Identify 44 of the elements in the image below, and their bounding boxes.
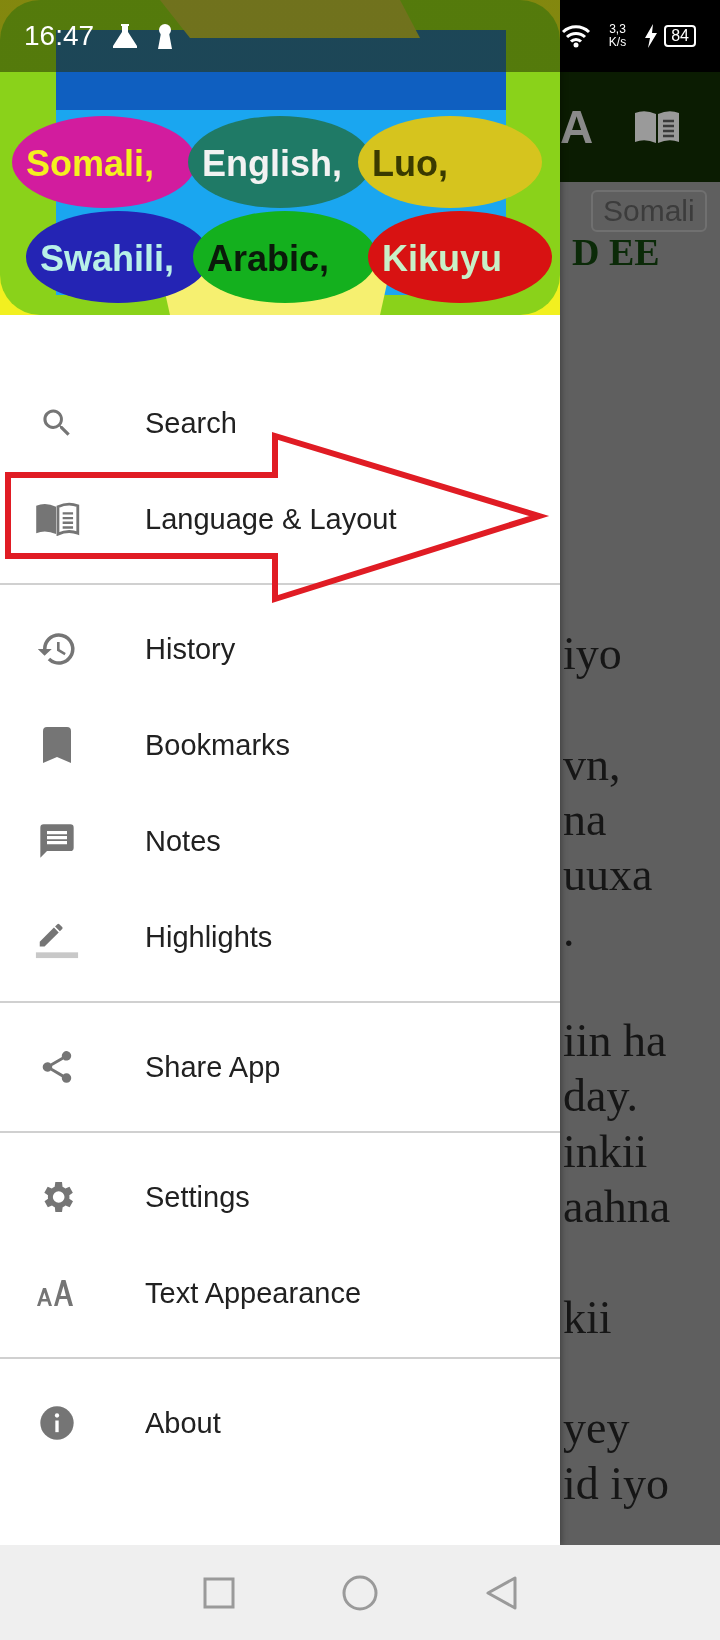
verse-text: id iyo (563, 1458, 670, 1509)
menu-item[interactable]: Search (0, 375, 560, 471)
clock: 16:47 (24, 20, 95, 52)
verse-text: kii (563, 1292, 612, 1343)
text-size-button[interactable]: A (560, 100, 594, 154)
menu-item[interactable]: About (0, 1375, 560, 1471)
flask-icon (112, 24, 139, 48)
wifi-icon (560, 24, 591, 48)
language-label: Arabic, (207, 238, 330, 279)
menu-item[interactable]: Notes (0, 793, 560, 889)
language-label: Swahili, (40, 238, 175, 279)
verse-text: aahna (563, 1182, 671, 1232)
menu-item[interactable]: Bookmarks (0, 697, 560, 793)
language-label: English, (202, 143, 342, 184)
verse-text: uuxa (563, 850, 653, 901)
recents-button[interactable] (203, 1576, 236, 1609)
verse-text: iyo (563, 629, 622, 679)
menu-item[interactable]: Highlights (0, 889, 560, 985)
language-label: Somali, (26, 143, 155, 184)
verse-text: iin ha (563, 1016, 667, 1067)
bookmark-icon (42, 727, 71, 763)
speed-unit: K/s (608, 36, 627, 49)
verse-text: inkii (563, 1126, 648, 1177)
menu-item[interactable]: Share App (0, 1019, 560, 1115)
menu-item[interactable]: History (0, 601, 560, 697)
language-label: Luo, (372, 143, 448, 184)
keyhole-icon (156, 23, 175, 49)
verse-text: vn, (563, 739, 621, 790)
network-speed: 3,3 (609, 23, 626, 36)
charging-icon (644, 24, 659, 48)
battery-icon: 84 (664, 25, 696, 47)
chapter-heading: D EE (572, 230, 660, 274)
verse-text: na (563, 794, 607, 845)
book-icon (33, 502, 80, 536)
language-label: Kikuyu (382, 238, 503, 279)
verse-text: yey (563, 1403, 630, 1454)
back-button[interactable] (484, 1575, 517, 1610)
menu-item[interactable]: Language & Layout (0, 471, 560, 567)
verse-text: . (563, 905, 575, 956)
menu-item[interactable]: Text Appearance (0, 1245, 560, 1341)
book-icon[interactable] (633, 109, 682, 145)
verse-text: day. (563, 1071, 638, 1122)
home-button[interactable] (342, 1574, 378, 1611)
menu-item[interactable]: Settings (0, 1149, 560, 1245)
